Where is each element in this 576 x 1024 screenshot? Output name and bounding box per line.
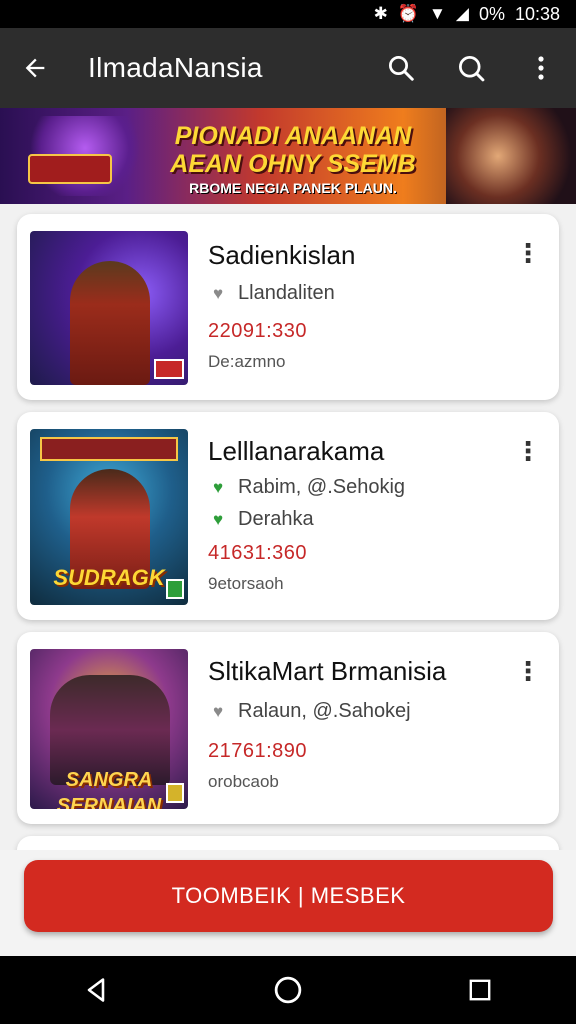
thumb-logo-plate [40, 437, 178, 461]
status-bar: ✱ ⏰ ▼ ◢ 0% 10:38 [0, 0, 576, 28]
game-list: Sadienkislan ♥ Llandaliten 22091:330 De:… [0, 204, 576, 956]
game-meta-text: Derahka [238, 508, 314, 530]
banner-heroes-art [446, 108, 576, 204]
game-meta: ♥ Rabim, @.Sehokig [208, 476, 405, 499]
heart-icon: ♥ [212, 509, 224, 529]
item-more-button[interactable]: ⋮ [515, 236, 541, 270]
signal-icon: ◢ [455, 4, 469, 23]
list-item[interactable]: Sadienkislan ♥ Llandaliten 22091:330 De:… [17, 214, 559, 400]
search-button[interactable] [366, 28, 436, 108]
banner-subheadline: AEAN OHNY SSEMB [170, 150, 416, 178]
clock: 10:38 [514, 3, 560, 24]
game-price: 41631:360 [208, 542, 308, 564]
heart-icon: ♥ [212, 283, 224, 303]
game-price: 21761:890 [208, 740, 308, 762]
thumb-logo-text: SANGRA SERNAIAN [56, 769, 162, 809]
app-bar: IlmadaNansia [0, 28, 576, 108]
game-thumbnail: SANGRA SERNAIAN [30, 649, 188, 809]
game-meta-text: Ralaun, @.Sahokej [238, 700, 411, 722]
game-meta-text: Llandaliten [238, 282, 335, 304]
wifi-icon: ▼ [429, 4, 446, 23]
banner-game-logo [28, 154, 112, 184]
rating-badge [166, 783, 184, 803]
banner-tagline: RBOME NEGIA PANEK PLAUN. [189, 180, 397, 196]
nav-home-button[interactable] [258, 960, 318, 1020]
nav-recents-button[interactable] [450, 960, 510, 1020]
search-bubble-icon [459, 56, 485, 82]
game-price: 22091:330 [208, 320, 308, 342]
game-thumbnail: SUDRAGK [30, 429, 188, 605]
chat-search-button[interactable] [436, 28, 506, 108]
banner-headline: PIONADI ANAANAN [174, 122, 412, 150]
android-badge [166, 579, 184, 599]
heart-icon: ♥ [212, 477, 224, 497]
promo-banner[interactable]: PIONADI ANAANAN AEAN OHNY SSEMB RBOME NE… [0, 108, 576, 204]
game-title: Sadienkislan [208, 240, 356, 270]
game-meta: ♥ Llandaliten [208, 282, 335, 305]
alarm-icon: ⏰ [397, 4, 420, 23]
square-recents-icon [469, 979, 491, 1001]
arrow-left-icon [25, 58, 45, 78]
game-title: Lelllanarakama [208, 436, 385, 466]
item-more-button[interactable]: ⋮ [515, 434, 541, 468]
triangle-back-icon [87, 978, 105, 1002]
item-more-button[interactable]: ⋮ [515, 654, 541, 688]
back-button[interactable] [0, 28, 70, 108]
overflow-menu-button[interactable] [506, 28, 576, 108]
heart-icon: ♥ [212, 701, 224, 721]
search-icon [389, 56, 414, 81]
nav-back-button[interactable] [66, 960, 126, 1020]
game-meta: ♥ Derahka [208, 508, 314, 531]
list-item[interactable]: SUDRAGK Lelllanarakama ♥ Rabim, @.Sehoki… [17, 412, 559, 620]
game-subtitle: 9etorsaoh [208, 574, 284, 593]
game-meta: ♥ Ralaun, @.Sahokej [208, 700, 411, 723]
circle-home-icon [274, 976, 302, 1004]
list-item[interactable]: SANGRA SERNAIAN SltikaMart Brmanisia ♥ R… [17, 632, 559, 824]
system-nav-bar [0, 956, 576, 1024]
more-vert-icon [538, 56, 544, 80]
game-title: SltikaMart Brmanisia [208, 656, 447, 686]
game-subtitle: orobcaob [208, 772, 279, 791]
game-thumbnail [30, 231, 188, 385]
primary-action-button[interactable]: TOOMBEIK | MESBEK [24, 860, 553, 932]
bluetooth-icon: ✱ [373, 4, 388, 23]
page-title: IlmadaNansia [88, 52, 263, 83]
battery-level: 0% [478, 3, 505, 24]
game-meta-text: Rabim, @.Sehokig [238, 476, 406, 498]
game-subtitle: De:azmno [208, 352, 286, 371]
thumb-logo-text: SUDRAGK [53, 565, 165, 590]
